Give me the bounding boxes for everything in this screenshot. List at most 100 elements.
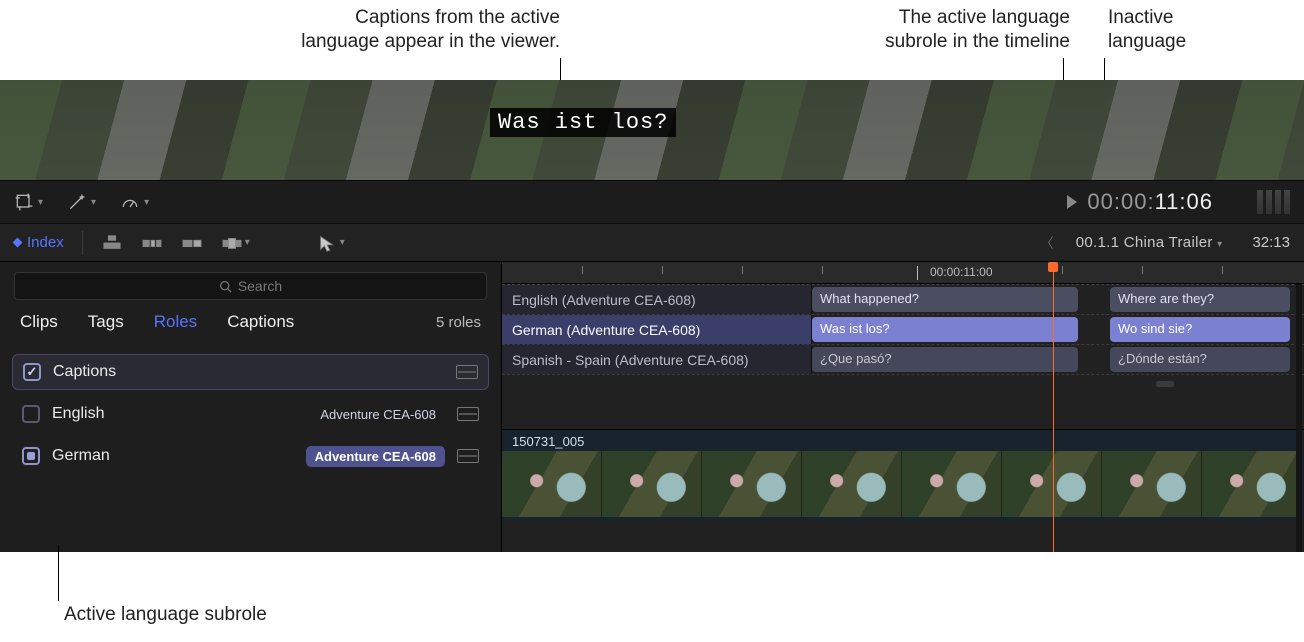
caption-clip[interactable]: ¿Dónde están?	[1110, 347, 1290, 372]
lane-toggle-button[interactable]	[457, 449, 479, 463]
role-badge-german: Adventure CEA-608	[306, 446, 445, 467]
role-row-german[interactable]: German Adventure CEA-608	[12, 438, 489, 474]
thumbnail	[1202, 451, 1302, 517]
thumbnail-strip	[502, 451, 1304, 517]
caption-track-label: Spanish - Spain (Adventure CEA-608)	[502, 345, 812, 374]
caption-clip[interactable]: What happened?	[812, 287, 1078, 312]
overwrite-clip-button[interactable]	[221, 234, 243, 252]
caption-track-label: German (Adventure CEA-608)	[502, 315, 812, 344]
search-icon	[219, 280, 232, 293]
video-clip-title: 150731_005	[502, 430, 1304, 451]
thumbnail	[502, 451, 602, 517]
thumbnail	[602, 451, 702, 517]
caption-clip[interactable]: Was ist los?	[812, 317, 1078, 342]
insert-clip-button[interactable]	[141, 234, 163, 252]
tab-roles[interactable]: Roles	[154, 312, 197, 332]
chevron-down-icon: ▾	[38, 197, 43, 208]
marker	[1156, 381, 1174, 387]
project-title-text: 00.1.1 China Trailer	[1076, 234, 1213, 251]
chevron-down-icon: ▾	[91, 197, 96, 208]
caption-clip[interactable]: Wo sind sie?	[1110, 317, 1290, 342]
crop-icon	[14, 192, 34, 212]
video-track[interactable]: 150731_005	[502, 429, 1304, 521]
thumbnail	[702, 451, 802, 517]
caption-clip[interactable]: Where are they?	[1110, 287, 1290, 312]
caption-tracks: English (Adventure CEA-608)What happened…	[502, 284, 1304, 375]
caption-clip[interactable]: ¿Que pasó?	[812, 347, 1078, 372]
timecode-bright: 11:06	[1155, 189, 1213, 214]
checkbox-captions[interactable]	[23, 363, 41, 381]
checkbox-english[interactable]	[22, 405, 40, 423]
index-toggle-button[interactable]: Index	[14, 234, 64, 251]
checkbox-german[interactable]	[22, 447, 40, 465]
role-label-english: English	[52, 405, 104, 423]
project-duration: 32:13	[1252, 234, 1290, 251]
tab-tags[interactable]: Tags	[88, 312, 124, 332]
caption-lane[interactable]: ¿Que pasó? ¿Dónde están?	[812, 345, 1304, 374]
playhead[interactable]	[1053, 262, 1054, 552]
chevron-down-icon: ▾	[1217, 239, 1222, 250]
search-placeholder: Search	[238, 278, 282, 294]
separator	[82, 231, 83, 255]
app-window: Was ist los? ▾ ▾ ▾ 00:00:11:06	[0, 80, 1304, 552]
roles-count: 5 roles	[436, 314, 481, 331]
index-tabs: Clips Tags Roles Captions 5 roles	[0, 308, 501, 344]
chevron-down-icon: ▾	[340, 237, 345, 248]
scrollbar[interactable]	[1296, 284, 1302, 552]
top-toolbar: ▾ ▾ ▾ 00:00:11:06	[0, 180, 1304, 224]
tab-captions[interactable]: Captions	[227, 312, 294, 332]
callout-viewer-caption: Captions from the active language appear…	[180, 6, 560, 54]
thumbnail	[902, 451, 1002, 517]
callout-inactive-language: Inactive language	[1108, 6, 1278, 54]
project-title-dropdown[interactable]: 00.1.1 China Trailer ▾	[1076, 234, 1223, 251]
viewer: Was ist los?	[0, 80, 1304, 180]
role-label-german: German	[52, 447, 110, 465]
retime-tool-button[interactable]: ▾	[120, 192, 149, 212]
caption-track[interactable]: English (Adventure CEA-608)What happened…	[502, 285, 1304, 315]
caption-lane[interactable]: Was ist los? Wo sind sie?	[812, 315, 1304, 344]
main-area: Search Clips Tags Roles Captions 5 roles…	[0, 262, 1304, 552]
crop-tool-button[interactable]: ▾	[14, 192, 43, 212]
select-tool-button[interactable]	[316, 234, 338, 252]
timeline-gap	[502, 375, 1304, 429]
caption-track[interactable]: German (Adventure CEA-608)Was ist los? Wo…	[502, 315, 1304, 345]
timeline-history-back-button[interactable]: 〈	[1036, 233, 1058, 253]
timecode-dim: 00:00:	[1087, 189, 1154, 214]
viewer-caption-overlay: Was ist los?	[490, 108, 676, 137]
thumbnail	[1102, 451, 1202, 517]
caption-lane[interactable]: What happened? Where are they?	[812, 285, 1304, 314]
lane-toggle-button[interactable]	[456, 365, 478, 379]
connect-clip-button[interactable]	[101, 234, 123, 252]
append-clip-button[interactable]	[181, 234, 203, 252]
tab-clips[interactable]: Clips	[20, 312, 58, 332]
role-label-captions: Captions	[53, 363, 116, 381]
timecode-display[interactable]: 00:00:11:06	[1067, 189, 1213, 215]
diamond-icon	[13, 238, 23, 248]
index-pane: Search Clips Tags Roles Captions 5 roles…	[0, 262, 502, 552]
role-badge-english: Adventure CEA-608	[311, 404, 445, 425]
audio-meters	[1257, 190, 1290, 214]
search-input[interactable]: Search	[14, 272, 487, 300]
callout-active-subrole-index: Active language subrole	[64, 604, 267, 626]
chevron-down-icon: ▾	[245, 237, 250, 248]
role-row-captions[interactable]: Captions	[12, 354, 489, 390]
callout-active-subrole-timeline: The active language subrole in the timel…	[750, 6, 1070, 54]
index-label: Index	[27, 234, 64, 251]
lane-toggle-button[interactable]	[457, 407, 479, 421]
chevron-down-icon: ▾	[144, 197, 149, 208]
caption-track[interactable]: Spanish - Spain (Adventure CEA-608)¿Que …	[502, 345, 1304, 375]
thumbnail	[1002, 451, 1102, 517]
caption-track-label: English (Adventure CEA-608)	[502, 285, 812, 314]
timeline[interactable]: 00:00:11:00 English (Adventure CEA-608)W…	[502, 262, 1304, 552]
enhance-tool-button[interactable]: ▾	[67, 192, 96, 212]
speedometer-icon	[120, 192, 140, 212]
thumbnail	[802, 451, 902, 517]
wand-icon	[67, 192, 87, 212]
play-icon	[1067, 195, 1077, 209]
timeline-toolbar: Index ▾ ▾ 〈 00.1.1 China Trailer ▾ 32:13	[0, 224, 1304, 262]
ruler-timecode: 00:00:11:00	[930, 265, 993, 279]
role-row-english[interactable]: English Adventure CEA-608	[12, 396, 489, 432]
roles-list: Captions English Adventure CEA-608 Germa…	[0, 344, 501, 474]
timeline-ruler[interactable]: 00:00:11:00	[502, 262, 1304, 284]
leader-active-subrole-index	[58, 545, 59, 601]
